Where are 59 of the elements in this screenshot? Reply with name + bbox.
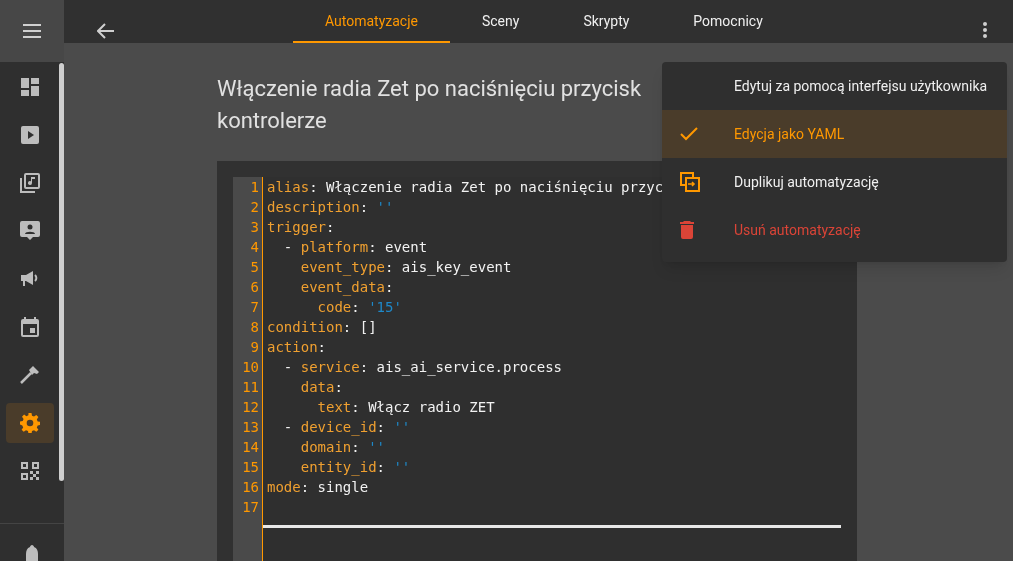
line-number: 17 xyxy=(242,498,259,517)
line-number: 15 xyxy=(242,458,259,477)
line-number: 14 xyxy=(242,438,259,457)
code-line: - platform: event xyxy=(282,238,429,257)
code-line: - device_id: '' xyxy=(282,418,412,437)
line-number: 4 xyxy=(250,238,259,257)
check-icon xyxy=(680,127,698,141)
code-line: mode: single xyxy=(267,478,370,497)
line-number: 12 xyxy=(242,398,259,417)
music-library-icon xyxy=(19,173,40,193)
code-line: text: Włącz radio ZET xyxy=(316,398,496,417)
line-number: 8 xyxy=(250,318,259,337)
code-line: data: xyxy=(299,378,344,397)
play-box-icon xyxy=(20,126,39,144)
code-line: event_data: xyxy=(299,278,395,297)
hammer-icon xyxy=(19,365,40,385)
tab[interactable]: Skrypty xyxy=(551,0,662,43)
line-number: 9 xyxy=(250,338,259,357)
page-title-line: kontrolerze xyxy=(217,107,327,135)
code-line: - service: ais_ai_service.process xyxy=(282,358,563,377)
code-line: event_type: ais_key_event xyxy=(299,258,513,277)
line-number: 3 xyxy=(250,218,259,237)
code-line: entity_id: '' xyxy=(299,458,412,477)
megaphone-icon xyxy=(19,270,40,288)
menu-button[interactable] xyxy=(0,0,64,62)
page-title-line: Włączenie radia Zet po naciśnięciu przycisk xyxy=(217,75,642,103)
code-line: description: '' xyxy=(267,198,395,217)
person-message-icon xyxy=(19,221,40,241)
more-vertical-icon xyxy=(983,22,987,38)
code-line: code: '15' xyxy=(316,298,403,317)
line-number: 13 xyxy=(242,418,259,437)
tab[interactable]: Pomocnicy xyxy=(661,0,795,43)
menu-item[interactable]: Duplikuj automatyzację xyxy=(662,158,1007,206)
line-number: 2 xyxy=(250,198,259,217)
code-line: condition: [] xyxy=(267,318,378,337)
line-number: 5 xyxy=(250,258,259,277)
qr-code-icon xyxy=(20,462,39,480)
menu-item[interactable]: Edycja jako YAML xyxy=(662,110,1007,158)
menu-icon xyxy=(22,24,42,38)
code-line: trigger: xyxy=(267,218,336,237)
trash-icon xyxy=(680,221,694,239)
tab[interactable]: Automatyzacje xyxy=(293,0,450,43)
line-number: 11 xyxy=(242,378,259,397)
line-number: 1 xyxy=(250,178,259,197)
code-line: action: xyxy=(267,338,327,357)
calendar-icon xyxy=(20,317,39,337)
code-line: domain: '' xyxy=(299,438,386,457)
back-arrow-icon xyxy=(97,23,115,39)
code-line: alias: Włączenie radia Zet po naciśnięciu przyc xyxy=(267,178,664,197)
line-number: 7 xyxy=(250,298,259,317)
dashboard-icon xyxy=(20,78,39,96)
duplicate-icon xyxy=(680,172,700,192)
sidebar-item[interactable] xyxy=(5,403,54,443)
gear-icon xyxy=(19,413,40,433)
tab[interactable]: Sceny xyxy=(449,0,552,43)
line-number: 10 xyxy=(242,358,259,377)
line-number: 16 xyxy=(242,478,259,497)
menu-item[interactable]: Edytuj za pomocą interfejsu użytkownika xyxy=(662,62,1007,110)
line-number: 6 xyxy=(250,278,259,297)
